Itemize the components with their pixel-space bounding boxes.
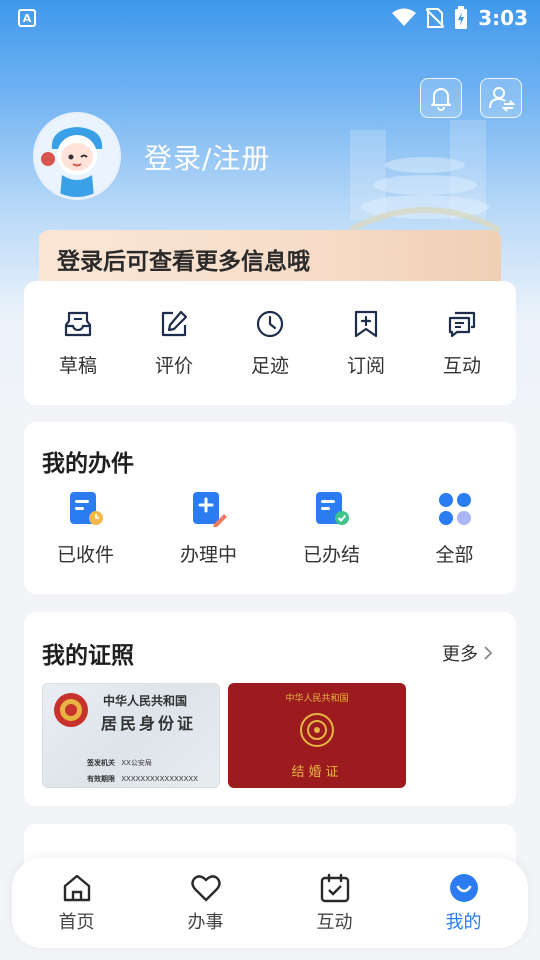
id-card-name: 居民身份证 <box>101 714 197 733</box>
calendar-check-icon <box>320 873 349 903</box>
edit-icon <box>161 310 188 336</box>
notification-button[interactable] <box>420 78 462 118</box>
work-all[interactable]: 全部 <box>400 490 510 567</box>
user-switch-button[interactable] <box>480 78 522 118</box>
quick-action-label: 足迹 <box>250 354 289 377</box>
quick-action-label: 订阅 <box>346 354 385 377</box>
work-processing[interactable]: 办理中 <box>154 490 264 567</box>
quick-actions-card: 草稿 评价 足迹 订阅 互动 <box>24 281 516 405</box>
user-switch-icon <box>489 87 515 112</box>
id-card-authority-value: XX公安局 <box>121 759 152 767</box>
status-bar: A 3:03 <box>0 0 540 36</box>
login-register-link[interactable]: 登录/注册 <box>144 137 270 177</box>
bell-icon <box>431 88 451 111</box>
work-completed[interactable]: 已办结 <box>277 490 387 567</box>
id-card-country: 中华人民共和国 <box>103 694 188 708</box>
my-work-title: 我的办件 <box>42 451 134 477</box>
mascot-avatar-image <box>36 115 118 197</box>
quick-action-subscribe[interactable]: 订阅 <box>326 309 406 378</box>
work-label: 办理中 <box>179 544 237 566</box>
no-sim-icon <box>426 8 445 28</box>
processing-doc-icon <box>192 492 227 527</box>
quick-action-review[interactable]: 评价 <box>134 309 214 378</box>
marriage-cert-name: 结婚证 <box>291 765 343 780</box>
quick-action-footprint[interactable]: 足迹 <box>230 309 310 378</box>
status-time: 3:03 <box>478 6 528 30</box>
chevron-right-icon <box>484 646 493 660</box>
login-hint-banner[interactable]: 登录后可查看更多信息哦 <box>39 230 501 288</box>
completed-doc-icon <box>315 492 349 525</box>
app-notification-icon: A <box>18 9 36 27</box>
work-received[interactable]: 已收件 <box>31 490 141 567</box>
marriage-cert-country: 中华人民共和国 <box>285 694 349 704</box>
work-label: 全部 <box>435 544 474 566</box>
quick-action-interact[interactable]: 互动 <box>422 309 502 378</box>
id-card-validity-label: 有效期限 <box>87 775 115 783</box>
id-card-authority-label: 签发机关 <box>87 759 115 767</box>
id-card-validity-value: XXXXXXXXXXXXXXXX <box>121 775 198 783</box>
tab-home[interactable]: 首页 <box>27 872 127 934</box>
more-certificates-link[interactable]: 更多 <box>442 640 494 666</box>
home-icon <box>63 874 90 902</box>
marriage-certificate-thumbnail[interactable]: 中华人民共和国 结婚证 <box>228 683 406 788</box>
battery-charging-icon <box>455 6 468 29</box>
wifi-icon <box>392 8 417 26</box>
tab-label: 办事 <box>187 912 224 933</box>
clock-icon <box>256 310 284 337</box>
tab-label: 我的 <box>445 912 482 933</box>
quick-action-label: 评价 <box>154 354 193 377</box>
tab-interact[interactable]: 互动 <box>285 872 385 934</box>
national-emblem-icon <box>54 693 88 727</box>
my-certificates-title: 我的证照 <box>42 643 134 669</box>
tab-mine[interactable]: 我的 <box>414 872 514 934</box>
all-grid-icon <box>438 493 471 525</box>
id-card-thumbnail[interactable]: 中华人民共和国 居民身份证 签发机关 XX公安局 有效期限 XXXXXXXXXX… <box>42 683 220 788</box>
tab-label: 首页 <box>58 912 95 933</box>
quick-action-label: 互动 <box>442 354 481 377</box>
city-landmark-decoration <box>350 120 500 233</box>
received-doc-icon <box>69 492 103 525</box>
work-label: 已收件 <box>56 544 114 566</box>
chat-icon <box>448 311 476 337</box>
quick-action-draft[interactable]: 草稿 <box>38 309 118 378</box>
smile-icon <box>449 874 478 902</box>
my-work-card: 我的办件 已收件 办理中 已办结 全部 <box>24 422 516 594</box>
my-certificates-card: 我的证照 更多 中华人民共和国 居民身份证 签发机关 XX公安局 有效期限 XX… <box>24 612 516 806</box>
draft-icon <box>64 311 92 336</box>
bookmark-icon <box>354 310 378 337</box>
tab-label: 互动 <box>316 912 353 933</box>
more-label: 更多 <box>442 644 478 665</box>
tab-services[interactable]: 办事 <box>156 872 256 934</box>
quick-action-label: 草稿 <box>58 354 97 377</box>
national-emblem-icon <box>300 713 334 747</box>
heart-icon <box>190 875 221 902</box>
avatar[interactable] <box>33 112 121 200</box>
bottom-tab-bar: 首页 办事 互动 我的 <box>12 858 528 948</box>
work-label: 已办结 <box>302 544 360 566</box>
